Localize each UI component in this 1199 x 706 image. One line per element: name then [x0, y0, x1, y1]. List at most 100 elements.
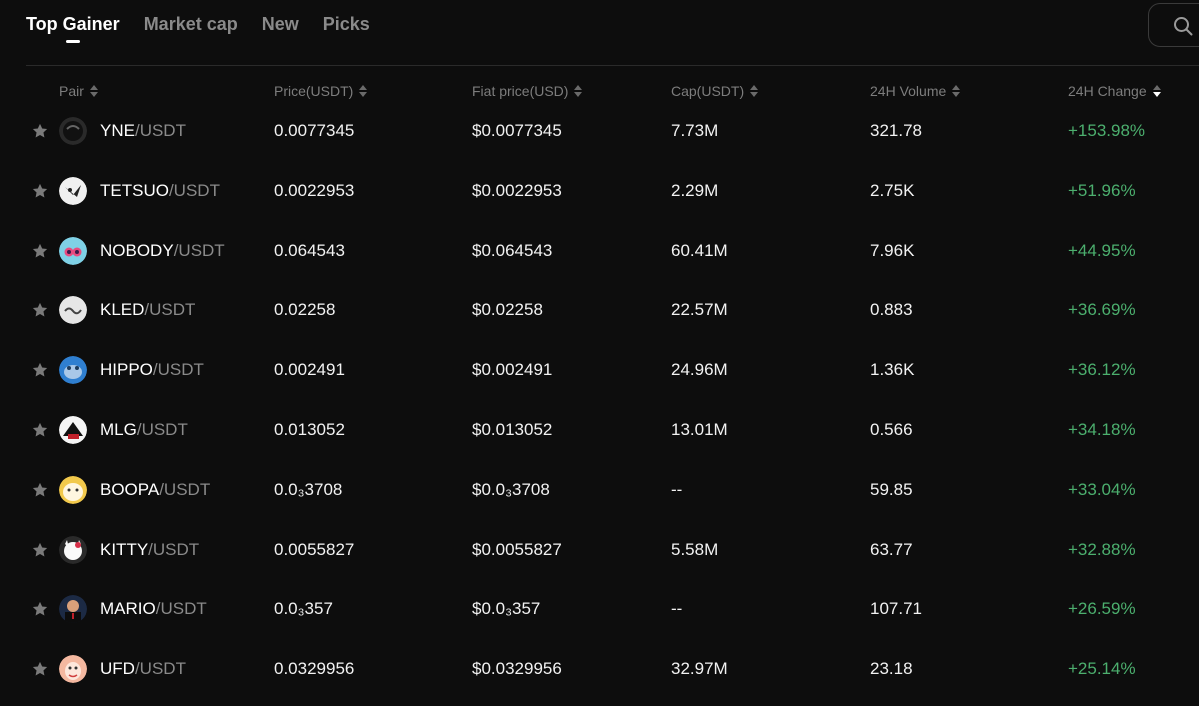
col-header-cap[interactable]: Cap(USDT): [671, 83, 759, 99]
pair-base: KITTY: [100, 539, 149, 559]
sort-desc-icon: [1152, 84, 1161, 98]
price-cell: 0.0077345: [274, 121, 355, 140]
pair-name[interactable]: NOBODY/USDT: [100, 221, 225, 281]
pair-base: TETSUO: [100, 180, 169, 200]
tab-new[interactable]: New: [262, 14, 299, 49]
tab-market-cap[interactable]: Market cap: [144, 14, 238, 49]
price-cell: 0.0022953: [274, 180, 355, 200]
pair-quote: /USDT: [168, 180, 220, 200]
pair-name[interactable]: UFD/USDT: [100, 639, 186, 699]
fiat-price-cell: $0.0055827: [472, 539, 562, 559]
table-row[interactable]: KITTY/USDT 0.0055827 $0.0055827 5.58M 63.77 +…: [0, 520, 1199, 580]
pair-name[interactable]: KITTY/USDT: [100, 520, 199, 580]
price-cell: 0.013052: [274, 420, 345, 439]
mario-coin-icon: [59, 595, 87, 624]
price-cell: 0.0055827: [274, 539, 355, 559]
col-header-cap-label: Cap(USDT): [671, 83, 745, 99]
favorite-star-icon[interactable]: [31, 242, 49, 260]
table-row[interactable]: MARIO/USDT 0.0₃357 $0.0₃357 -- 107.71 +26.59%: [0, 579, 1199, 639]
favorite-star-icon[interactable]: [31, 122, 49, 140]
tetsuo-coin-icon: [59, 176, 87, 205]
table-row[interactable]: BOOPA/USDT 0.0₃3708 $0.0₃3708 -- 59.85 +33.04…: [0, 460, 1199, 520]
col-header-volume[interactable]: 24H Volume: [870, 83, 961, 99]
table-row[interactable]: MLG/USDT 0.013052 $0.013052 13.01M 0.566 +34.…: [0, 400, 1199, 460]
favorite-star-icon[interactable]: [31, 182, 49, 200]
col-header-price[interactable]: Price(USDT): [274, 83, 368, 99]
favorite-star-icon[interactable]: [31, 541, 49, 559]
price-cell: 0.064543: [274, 240, 345, 260]
col-header-fiat-label: Fiat price(USD): [472, 83, 569, 99]
change-cell: +51.96%: [1068, 180, 1136, 200]
pair-quote: /USDT: [148, 539, 200, 559]
fiat-price-cell: $0.013052: [472, 420, 553, 439]
col-header-pair-label: Pair: [59, 83, 84, 99]
volume-cell: 0.566: [870, 420, 913, 439]
search-button[interactable]: [1148, 3, 1199, 47]
cap-cell: 13.01M: [671, 420, 728, 439]
table-row[interactable]: YNE/USDT 0.0077345 $0.0077345 7.73M 321.78 +1…: [0, 101, 1199, 161]
tab-top-gainer[interactable]: Top Gainer: [26, 14, 120, 49]
favorite-star-icon[interactable]: [31, 301, 49, 319]
cap-cell: 5.58M: [671, 539, 719, 559]
fiat-price-cell: $0.002491: [472, 360, 553, 380]
change-cell: +25.14%: [1068, 659, 1136, 679]
pair-base: UFD: [100, 659, 135, 679]
kled-coin-icon: [59, 296, 87, 325]
cap-cell: 2.29M: [671, 180, 719, 200]
col-header-change-label: 24H Change: [1068, 83, 1147, 99]
change-cell: +34.18%: [1068, 420, 1136, 439]
pair-base: NOBODY: [100, 240, 174, 260]
kitty-coin-icon: [59, 535, 87, 564]
col-header-change[interactable]: 24H Change: [1068, 83, 1161, 99]
favorite-star-icon[interactable]: [31, 600, 49, 618]
yne-coin-icon: [59, 117, 87, 145]
favorite-star-icon[interactable]: [31, 660, 49, 678]
change-cell: +153.98%: [1068, 121, 1146, 140]
table-row[interactable]: UFD/USDT 0.0329956 $0.0329956 32.97M 23.18 +2…: [0, 639, 1199, 699]
ufd-coin-icon: [59, 655, 87, 684]
fiat-price-cell: $0.02258: [472, 300, 543, 320]
fiat-price-cell: $0.0329956: [472, 659, 562, 679]
sort-icon: [574, 84, 583, 98]
pair-name[interactable]: MLG/USDT: [100, 400, 188, 460]
table-row[interactable]: HIPPO/USDT 0.002491 $0.002491 24.96M 1.36K +3…: [0, 340, 1199, 400]
search-icon: [1174, 17, 1193, 36]
pair-quote: /USDT: [155, 599, 207, 619]
fiat-price-cell: $0.0022953: [472, 180, 562, 200]
price-cell: 0.0329956: [274, 659, 355, 679]
market-tabs: Top Gainer Market cap New Picks: [26, 14, 370, 49]
sort-icon: [89, 84, 98, 98]
mlg-coin-icon: [59, 416, 87, 444]
table-row[interactable]: TETSUO/USDT 0.0022953 $0.0022953 2.29M 2.75K…: [0, 161, 1199, 221]
cap-cell: 24.96M: [671, 360, 728, 380]
change-cell: +26.59%: [1068, 599, 1136, 619]
favorite-star-icon[interactable]: [31, 421, 49, 439]
favorite-star-icon[interactable]: [31, 361, 49, 379]
cap-cell: --: [671, 599, 683, 619]
pair-name[interactable]: MARIO/USDT: [100, 579, 207, 639]
pair-base: HIPPO: [100, 360, 153, 380]
hippo-coin-icon: [59, 356, 87, 385]
pair-base: MARIO: [100, 599, 156, 619]
pair-name[interactable]: HIPPO/USDT: [100, 340, 204, 400]
pair-name[interactable]: TETSUO/USDT: [100, 161, 220, 221]
pair-name[interactable]: BOOPA/USDT: [100, 460, 210, 520]
volume-cell: 321.78: [870, 121, 922, 140]
table-row[interactable]: NOBODY/USDT 0.064543 $0.064543 60.41M 7.96K +…: [0, 221, 1199, 281]
tab-picks[interactable]: Picks: [323, 14, 370, 49]
change-cell: +33.04%: [1068, 479, 1136, 499]
pair-name[interactable]: YNE/USDT: [100, 101, 186, 161]
table-row[interactable]: KLED/USDT 0.02258 $0.02258 22.57M 0.883 +36.6…: [0, 280, 1199, 340]
cap-cell: 32.97M: [671, 659, 728, 679]
pair-quote: /USDT: [136, 420, 188, 439]
col-header-fiat-price[interactable]: Fiat price(USD): [472, 83, 583, 99]
sort-icon: [750, 84, 759, 98]
col-header-volume-label: 24H Volume: [870, 83, 947, 99]
pair-quote: /USDT: [173, 240, 225, 260]
favorite-star-icon[interactable]: [31, 481, 49, 499]
pair-name[interactable]: KLED/USDT: [100, 280, 195, 340]
volume-cell: 1.36K: [870, 360, 915, 380]
cap-cell: 60.41M: [671, 240, 728, 260]
pair-quote: /USDT: [134, 659, 186, 679]
col-header-pair[interactable]: Pair: [59, 83, 98, 99]
